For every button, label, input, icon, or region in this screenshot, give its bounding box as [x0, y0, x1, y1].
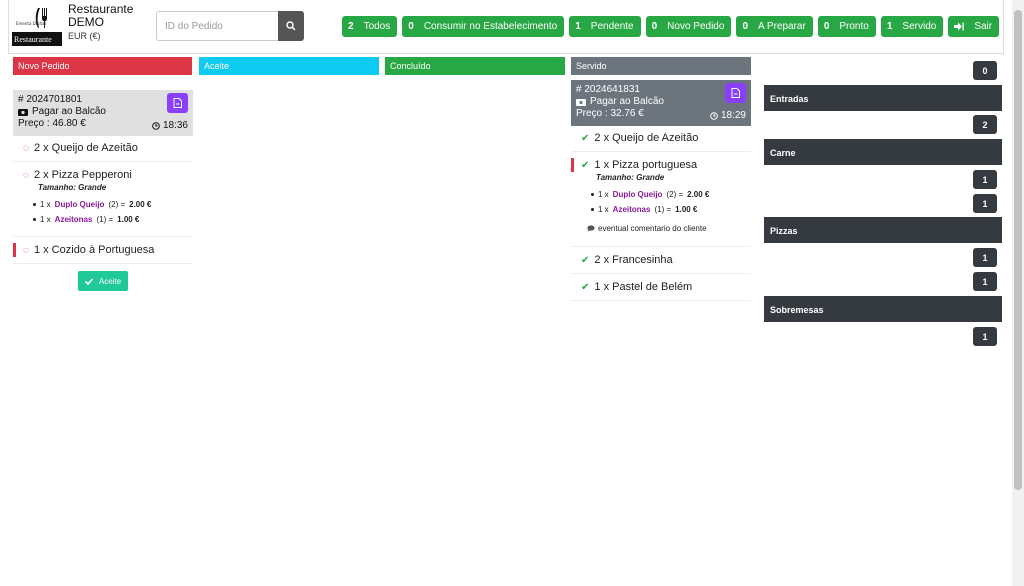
money-icon	[576, 98, 586, 106]
order-item: ✔ 1 x Pastel de Belém	[571, 277, 751, 301]
category-sobremesas: Sobremesas	[764, 296, 1002, 322]
column-servido: Servido	[571, 57, 751, 75]
item-extra: 1 x Duplo Queijo (2) = 2.00 €	[33, 200, 183, 209]
page-scrollbar[interactable]	[1012, 0, 1024, 586]
svg-text:Ementa Digital: Ementa Digital	[16, 21, 46, 26]
filter-pronto[interactable]: 0 Pronto	[817, 16, 876, 37]
filter-novo-pedido[interactable]: 0 Novo Pedido	[645, 16, 732, 37]
document-icon	[731, 88, 740, 98]
logo-text: Restaurante	[14, 35, 52, 44]
order-time: 18:36	[162, 120, 188, 131]
order-item: ◌ 1 x Cozido à Portuguesa	[13, 240, 193, 264]
search-icon	[286, 21, 296, 31]
filter-pendente[interactable]: 1 Pendente	[569, 16, 641, 37]
order-id: # 2024701801	[18, 94, 82, 105]
check-icon: ✔	[581, 132, 590, 144]
order-card-header: # 2024641831 Pagar ao Balcão Preço : 32.…	[571, 80, 751, 126]
column-concluido: Concluído	[385, 57, 565, 75]
category-carne: Carne	[764, 139, 1002, 165]
count-badge: 1	[973, 170, 997, 189]
check-icon	[84, 277, 93, 285]
total-count-badge: 0	[973, 61, 997, 80]
order-item: ✔ 2 x Queijo de Azeitão	[571, 128, 751, 152]
currency-label: EUR (€)	[68, 31, 101, 41]
count-badge: 1	[973, 272, 997, 291]
payment-method: Pagar ao Balcão	[32, 106, 106, 117]
pending-icon: ◌	[23, 169, 29, 181]
item-size: Tamanho: Grande	[38, 183, 107, 192]
filter-a-preparar[interactable]: 0A Preparar	[736, 16, 813, 37]
print-order-button[interactable]	[167, 93, 188, 113]
count-badge: 2	[973, 115, 997, 134]
document-icon	[173, 98, 182, 108]
check-icon: ✔	[581, 159, 590, 171]
order-time: 18:29	[720, 110, 746, 121]
clock-icon	[152, 122, 160, 130]
item-extra: 1 x Azeitonas (1) = 1.00 €	[591, 205, 741, 214]
print-order-button[interactable]	[725, 83, 746, 103]
column-novo-pedido: Novo Pedido	[13, 57, 192, 75]
item-extra: 1 x Azeitonas (1) = 1.00 €	[33, 215, 183, 224]
clock-icon	[710, 112, 718, 120]
category-pizzas: Pizzas	[764, 217, 1002, 243]
column-aceite: Aceite	[199, 57, 379, 75]
payment-method: Pagar ao Balcão	[590, 96, 664, 107]
order-id-input[interactable]	[156, 11, 278, 41]
count-badge: 1	[973, 194, 997, 213]
order-card-header: # 2024701801 Pagar ao Balcão Preço : 46.…	[13, 90, 193, 136]
check-icon: ✔	[581, 254, 590, 266]
filter-consumir[interactable]: 0 Consumir no Estabelecimento	[402, 16, 565, 37]
header: Ementa Digital Restaurante Restaurante D…	[8, 0, 1004, 54]
money-icon	[18, 108, 28, 116]
filter-todos[interactable]: 2 Todos	[342, 16, 398, 37]
pending-icon: ◌	[23, 244, 29, 256]
customer-comment: eventual comentario do cliente	[587, 224, 741, 233]
order-item: ✔ 2 x Francesinha	[571, 250, 751, 274]
search-box	[156, 11, 304, 41]
count-badge: 1	[973, 248, 997, 267]
order-item: ◌ 2 x Pizza Pepperoni Tamanho: Grande 1 x…	[13, 165, 193, 237]
search-button[interactable]	[278, 11, 304, 41]
category-entradas: Entradas	[764, 85, 1002, 111]
comment-icon	[587, 225, 595, 232]
order-id: # 2024641831	[576, 84, 640, 95]
status-filters: 2 Todos 0 Consumir no Estabelecimento 1 Pen…	[342, 16, 1000, 37]
count-badge: 1	[973, 327, 997, 346]
pending-icon: ◌	[23, 142, 29, 154]
check-icon: ✔	[581, 281, 590, 293]
restaurant-logo: Ementa Digital Restaurante	[12, 6, 62, 48]
order-item: ◌ 2 x Queijo de Azeitão	[13, 138, 193, 162]
item-extra: 1 x Duplo Queijo (2) = 2.00 €	[591, 190, 741, 199]
accept-order-button[interactable]: Aceite	[78, 271, 128, 291]
restaurant-name: Restaurante DEMO	[68, 2, 134, 29]
filter-servido[interactable]: 1 Servido	[880, 16, 944, 37]
exit-button[interactable]: Sair	[948, 16, 1000, 37]
item-size: Tamanho: Grande	[596, 173, 665, 182]
sign-out-icon	[954, 22, 965, 31]
scrollbar-thumb[interactable]	[1014, 10, 1022, 490]
order-item: ✔ 1 x Pizza portuguesa Tamanho: Grande 1 …	[571, 155, 751, 247]
